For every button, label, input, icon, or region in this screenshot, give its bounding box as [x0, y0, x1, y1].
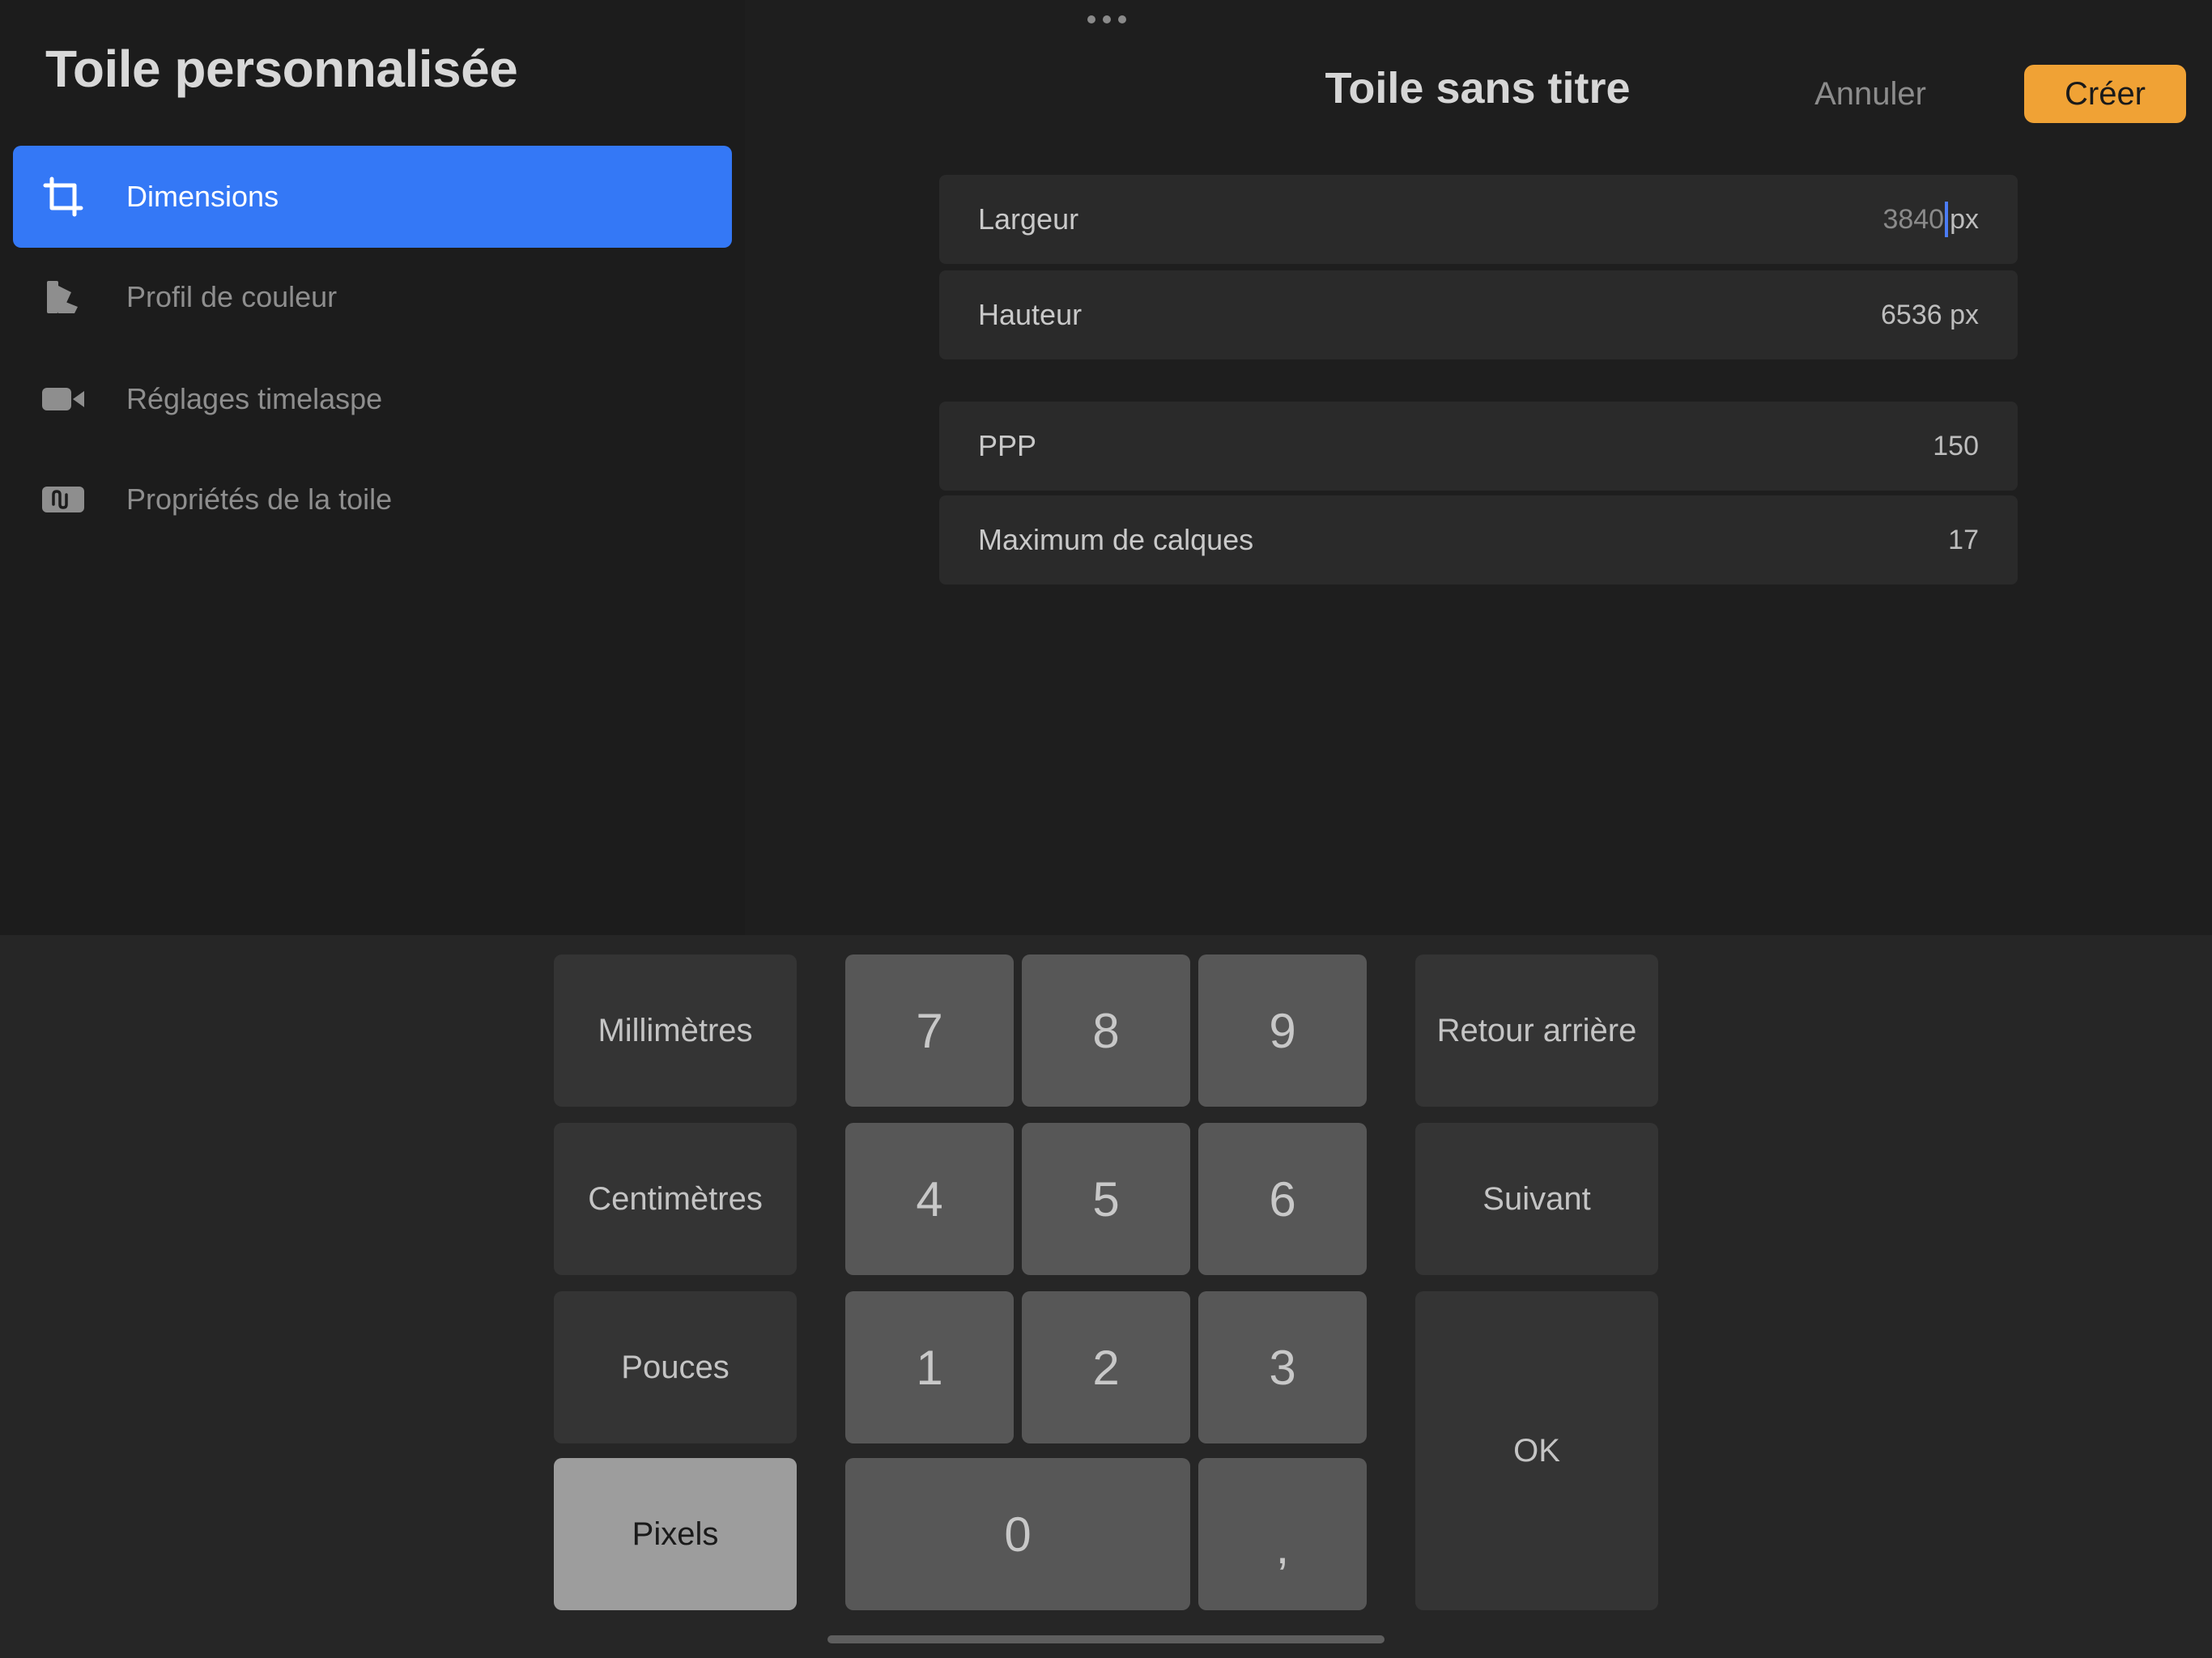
sidebar-item-label: Dimensions	[126, 180, 279, 213]
digit-0-key[interactable]: 0	[845, 1458, 1190, 1610]
sidebar-title: Toile personnalisée	[45, 40, 518, 98]
dpi-label: PPP	[978, 429, 1037, 462]
sidebar-item-dimensions[interactable]: Dimensions	[13, 146, 732, 248]
sidebar-item-canvas-properties[interactable]: Propriétés de la toile	[13, 449, 732, 551]
crop-icon	[43, 176, 83, 217]
color-swatch-icon	[47, 281, 78, 313]
text-caret	[1945, 202, 1949, 237]
digit-1-key[interactable]: 1	[845, 1291, 1014, 1443]
unit-inches-key[interactable]: Pouces	[554, 1291, 797, 1443]
numeric-keypad: Millimètres Centimètres Pouces Pixels 7 …	[0, 935, 2212, 1658]
ok-key[interactable]: OK	[1415, 1291, 1658, 1610]
sidebar-item-color-profile[interactable]: Profil de couleur	[13, 246, 732, 348]
video-camera-icon	[42, 388, 84, 410]
sidebar-item-label: Profil de couleur	[126, 280, 338, 313]
digit-9-key[interactable]: 9	[1198, 954, 1367, 1107]
digit-2-key[interactable]: 2	[1022, 1291, 1190, 1443]
dpi-value: 150	[1933, 430, 1979, 461]
width-label: Largeur	[978, 202, 1079, 236]
dpi-field[interactable]: PPP 150	[939, 402, 2018, 491]
comma-key[interactable]: ,	[1198, 1458, 1367, 1610]
sidebar: Toile personnalisée Dimensions Profil de…	[0, 0, 745, 935]
sidebar-item-label: Réglages timelaspe	[126, 382, 383, 415]
max-layers-label: Maximum de calques	[978, 523, 1254, 556]
digit-4-key[interactable]: 4	[845, 1123, 1014, 1275]
width-number: 3840	[1882, 203, 1945, 235]
canvas-title: Toile sans titre	[1325, 64, 1631, 113]
drag-handle[interactable]	[1087, 15, 1126, 24]
next-key[interactable]: Suivant	[1415, 1123, 1658, 1275]
home-indicator[interactable]	[827, 1635, 1385, 1643]
unit-millimeters-key[interactable]: Millimètres	[554, 954, 797, 1107]
digit-6-key[interactable]: 6	[1198, 1123, 1367, 1275]
max-layers-field[interactable]: Maximum de calques 17	[939, 495, 2018, 585]
height-label: Hauteur	[978, 298, 1083, 331]
create-button[interactable]: Créer	[2024, 65, 2186, 123]
unit-pixels-key[interactable]: Pixels	[554, 1458, 797, 1610]
height-field[interactable]: Hauteur 6536 px	[939, 270, 2018, 359]
digit-7-key[interactable]: 7	[845, 954, 1014, 1107]
width-value[interactable]: 3840 px	[1882, 202, 1979, 237]
sidebar-item-timelapse[interactable]: Réglages timelaspe	[13, 348, 732, 450]
sidebar-item-label: Propriétés de la toile	[126, 483, 393, 516]
digit-8-key[interactable]: 8	[1022, 954, 1190, 1107]
digit-3-key[interactable]: 3	[1198, 1291, 1367, 1443]
height-value: 6536 px	[1881, 299, 1979, 330]
width-unit: px	[1950, 203, 1979, 235]
digit-5-key[interactable]: 5	[1022, 1123, 1190, 1275]
unit-centimeters-key[interactable]: Centimètres	[554, 1123, 797, 1275]
canvas-properties-icon	[42, 487, 84, 512]
max-layers-value: 17	[1948, 524, 1979, 555]
width-field[interactable]: Largeur 3840 px	[939, 175, 2018, 264]
cancel-button[interactable]: Annuler	[1797, 68, 1943, 120]
backspace-key[interactable]: Retour arrière	[1415, 954, 1658, 1107]
